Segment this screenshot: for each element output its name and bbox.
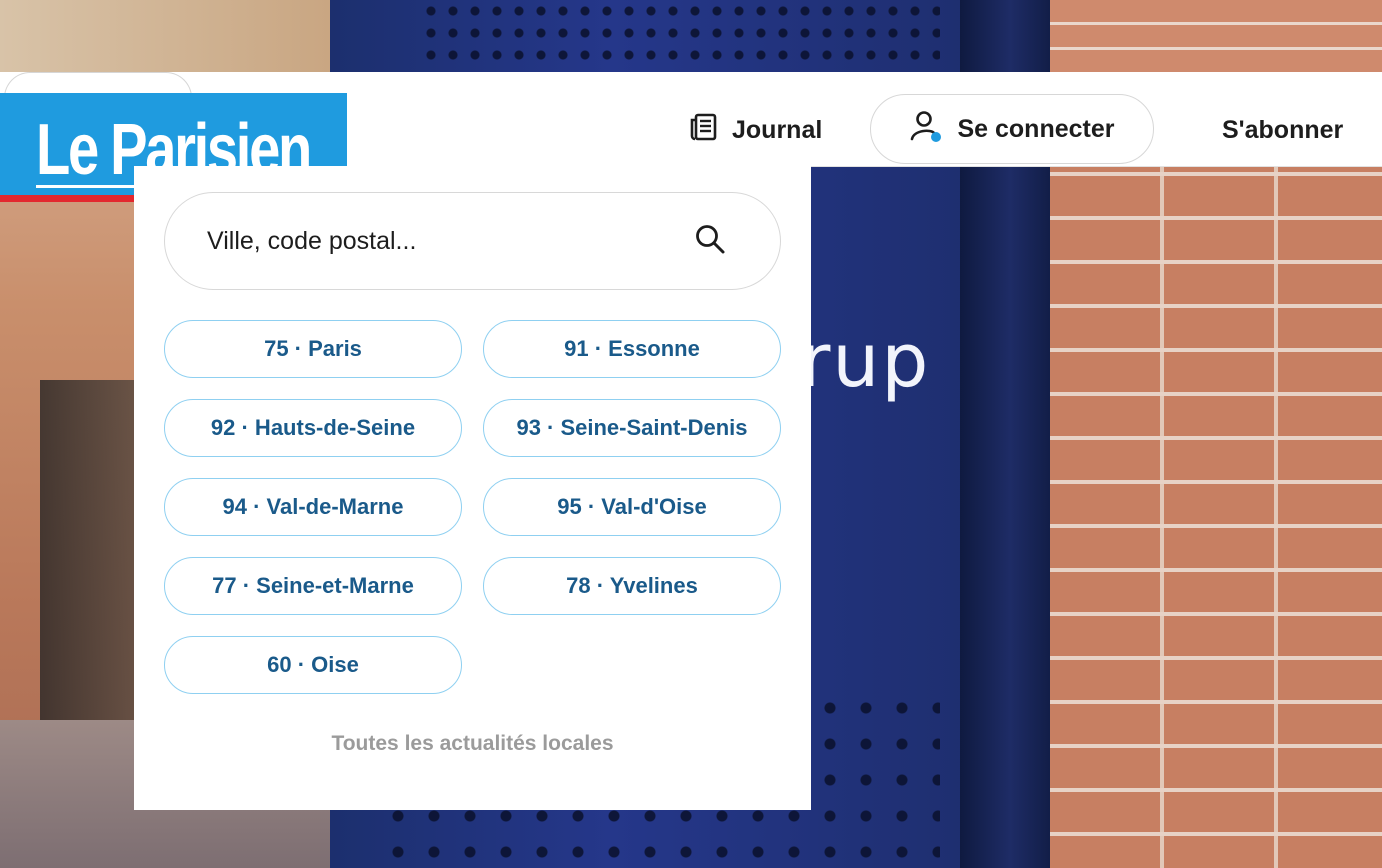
department-chip[interactable]: 95 · Val-d'Oise: [483, 478, 781, 536]
all-local-news-link[interactable]: Toutes les actualités locales: [134, 732, 811, 756]
bg-perforated-panel-top: [420, 0, 940, 70]
search-icon: [694, 223, 726, 260]
search-button[interactable]: [680, 211, 740, 271]
login-button[interactable]: Se connecter: [870, 94, 1154, 164]
department-chip[interactable]: 93 · Seine-Saint-Denis: [483, 399, 781, 457]
department-chip[interactable]: 78 · Yvelines: [483, 557, 781, 615]
location-search-input[interactable]: [165, 210, 680, 272]
bg-sign-text: rup: [800, 318, 931, 404]
subscribe-label: S'abonner: [1222, 115, 1344, 144]
login-label: Se connecter: [957, 114, 1115, 143]
bg-brick-wall-top: [1050, 0, 1382, 72]
journal-link[interactable]: Journal: [688, 110, 822, 150]
user-icon: [909, 109, 943, 150]
subscribe-link[interactable]: S'abonner: [1222, 110, 1343, 150]
department-chip[interactable]: 91 · Essonne: [483, 320, 781, 378]
local-news-panel: 75 · Paris 91 · Essonne 92 · Hauts-de-Se…: [134, 166, 811, 810]
newspaper-icon: [688, 112, 718, 149]
journal-label: Journal: [732, 115, 823, 144]
location-search: [164, 192, 781, 290]
department-chip[interactable]: 60 · Oise: [164, 636, 462, 694]
department-chip[interactable]: 75 · Paris: [164, 320, 462, 378]
department-chip[interactable]: 92 · Hauts-de-Seine: [164, 399, 462, 457]
bg-facade-top: [0, 0, 330, 72]
department-chip[interactable]: 94 · Val-de-Marne: [164, 478, 462, 536]
department-chip[interactable]: 77 · Seine-et-Marne: [164, 557, 462, 615]
